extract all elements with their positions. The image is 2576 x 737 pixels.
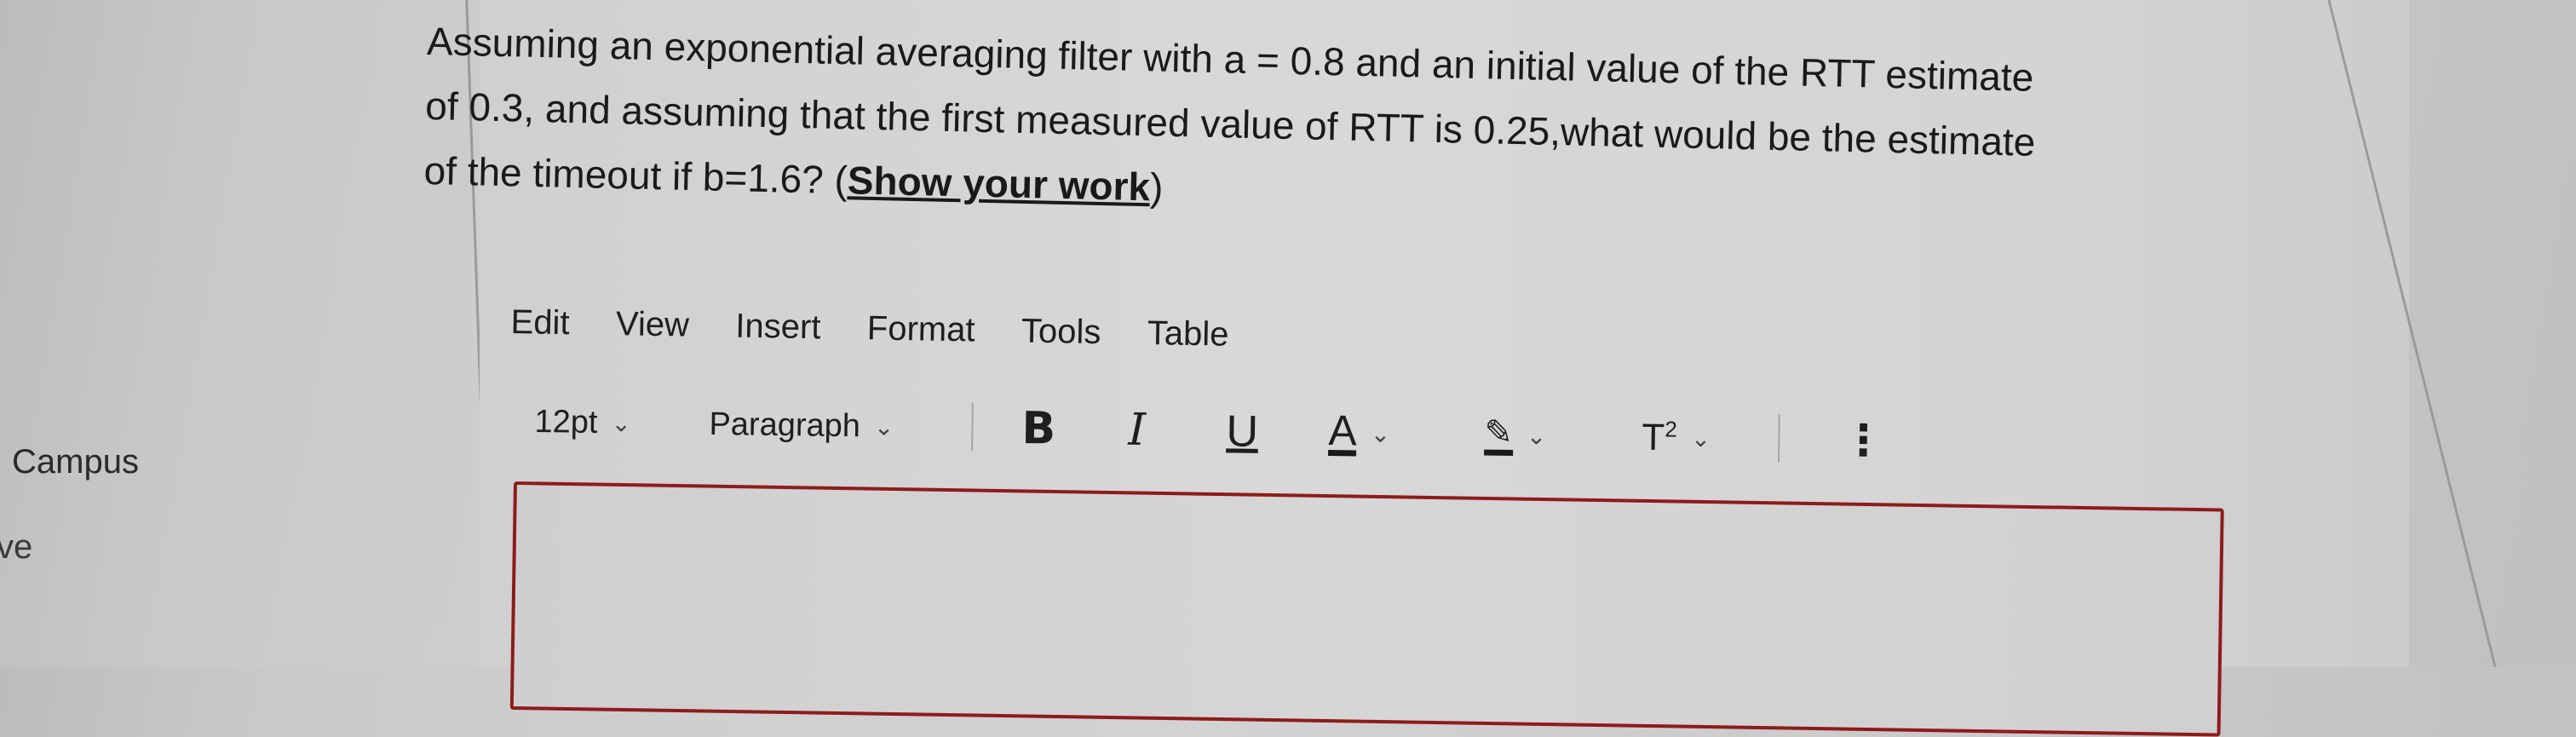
menu-edit[interactable]: Edit <box>510 303 570 343</box>
underline-button[interactable]: U <box>1226 401 1259 462</box>
bold-button[interactable]: B <box>1021 399 1056 459</box>
nav-item-partial[interactable]: ve <box>0 528 32 567</box>
superscript-icon: T2 <box>1642 416 1677 459</box>
answer-editor[interactable] <box>509 481 2224 737</box>
more-options-button[interactable]: ⋮ <box>1842 410 1885 470</box>
italic-button[interactable]: I <box>1128 400 1147 460</box>
superscript-base: T <box>1642 416 1665 458</box>
toolbar-separator <box>971 403 974 452</box>
block-format-select[interactable]: Paragraph ⌄ <box>709 394 894 457</box>
font-size-select[interactable]: 12pt ⌄ <box>534 392 631 453</box>
bold-icon: B <box>1021 402 1056 455</box>
chevron-down-icon: ⌄ <box>1370 420 1391 447</box>
font-size-value: 12pt <box>534 403 598 440</box>
text-color-button[interactable]: A ⌄ <box>1328 403 1391 464</box>
more-vertical-icon: ⋮ <box>1841 416 1885 465</box>
chevron-down-icon: ⌄ <box>1526 422 1547 450</box>
highlighter-icon: ✎ <box>1484 413 1513 456</box>
chevron-down-icon: ⌄ <box>1690 424 1711 452</box>
menu-view[interactable]: View <box>616 305 690 344</box>
menu-tools[interactable]: Tools <box>1021 312 1101 352</box>
chevron-down-icon: ⌄ <box>611 409 632 437</box>
left-navigation: Campus ve <box>0 0 477 667</box>
nav-item-campus[interactable]: Campus <box>12 443 139 481</box>
superscript-mark: 2 <box>1665 416 1678 442</box>
toolbar-separator <box>1777 414 1780 463</box>
block-format-value: Paragraph <box>709 406 861 444</box>
menu-format[interactable]: Format <box>866 309 975 349</box>
text-color-icon: A <box>1328 406 1358 456</box>
superscript-button[interactable]: T2 ⌄ <box>1642 407 1711 468</box>
question-line-3-prefix: of the timeout if b=1.6? ( <box>423 147 848 203</box>
show-work-emphasis: Show your work <box>847 158 1151 210</box>
underline-icon: U <box>1226 406 1259 457</box>
chevron-down-icon: ⌄ <box>873 413 894 440</box>
menu-insert[interactable]: Insert <box>735 308 821 348</box>
menu-table[interactable]: Table <box>1147 314 1228 354</box>
question-line-3-suffix: ) <box>1149 164 1164 210</box>
highlight-color-button[interactable]: ✎ ⌄ <box>1484 406 1547 466</box>
italic-icon: I <box>1128 404 1147 457</box>
